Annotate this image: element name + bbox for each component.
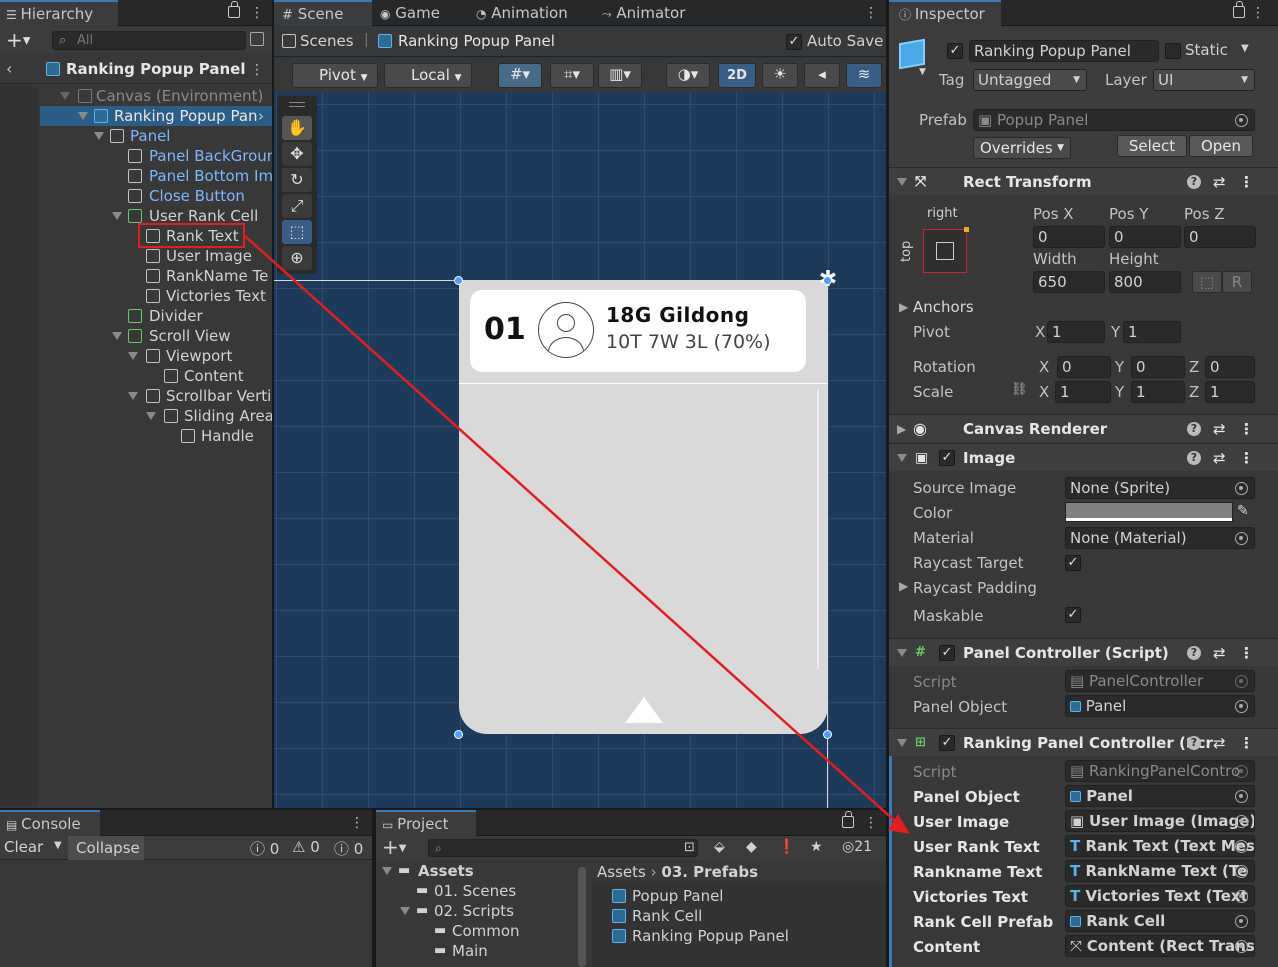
annotation-arrow — [244, 235, 910, 834]
arrow-line — [244, 235, 897, 823]
